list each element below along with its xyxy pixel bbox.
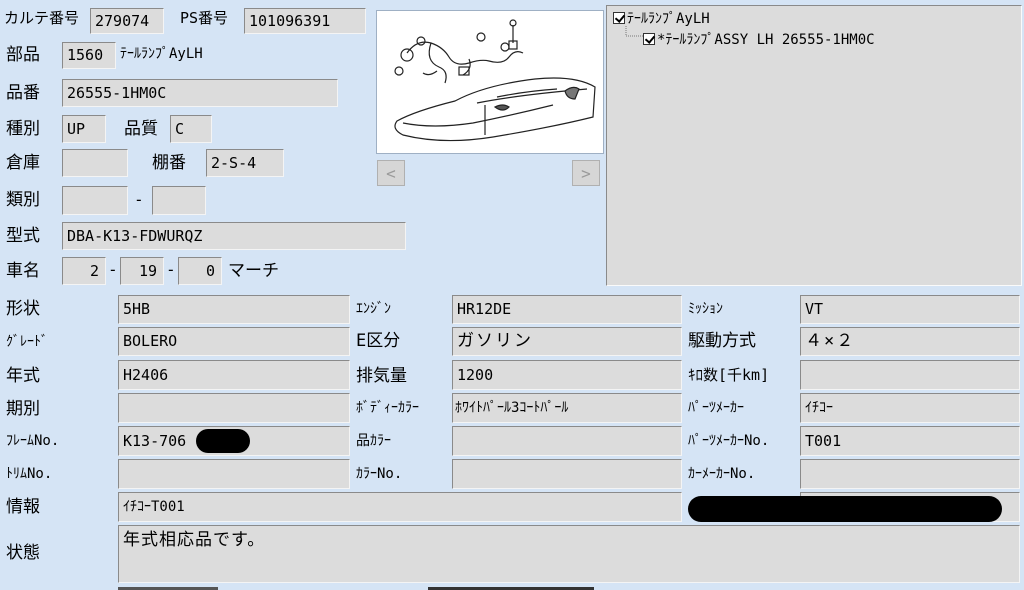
info-redaction (688, 496, 1002, 522)
tanaban-label: 棚番 (152, 153, 186, 173)
bodycolor-label: ﾎﾞﾃﾞｨｰｶﾗｰ (356, 400, 419, 416)
root-checkbox[interactable] (613, 12, 625, 24)
ruibetsu-field-2[interactable] (152, 186, 206, 215)
tanaban-field[interactable]: 2-S-4 (206, 149, 284, 177)
katashiki-label: 型式 (6, 226, 40, 246)
joutai-label: 状態 (6, 543, 40, 563)
trim-field[interactable] (118, 459, 350, 489)
frame-redaction (196, 429, 250, 453)
hinshitsu-label: 品質 (124, 119, 158, 139)
partsmakerno-label: ﾊﾟｰﾂﾒｰｶｰNo. (688, 433, 770, 449)
mission-label: ﾐｯｼｮﾝ (688, 301, 723, 317)
kilo-field[interactable] (800, 360, 1020, 390)
ekubun-label: E区分 (356, 331, 401, 351)
haikiryou-field[interactable]: 1200 (452, 360, 682, 390)
carmakerno-label: ｶｰﾒｰｶｰNo. (688, 466, 756, 482)
parts-tree[interactable]: ﾃｰﾙﾗﾝﾌﾟAyLH *ﾃｰﾙﾗﾝﾌﾟASSY LH 26555-1HM0C (606, 5, 1022, 286)
ps-number-field[interactable]: 101096391 (244, 8, 366, 34)
shamei-field-1[interactable]: 2 (62, 257, 106, 285)
souko-field[interactable] (62, 149, 128, 177)
frame-label: ﾌﾚｰﾑNo. (6, 433, 60, 449)
shamei-dash-1: - (108, 260, 118, 279)
keijou-label: 形状 (6, 299, 40, 319)
ruibetsu-label: 類別 (6, 190, 40, 210)
shamei-label: 車名 (6, 261, 40, 281)
colorno-label: ｶﾗｰNo. (356, 466, 403, 482)
buhin-code-field[interactable]: 1560 (62, 42, 116, 69)
buhin-name: ﾃｰﾙﾗﾝﾌﾟAyLH (120, 46, 203, 62)
engine-label: ｴﾝｼﾞﾝ (356, 301, 391, 317)
karte-number-field[interactable]: 279074 (90, 8, 164, 34)
kilo-label: ｷﾛ数[千km] (688, 366, 770, 384)
tree-child-label: *ﾃｰﾙﾗﾝﾌﾟASSY LH 26555-1HM0C (657, 32, 875, 48)
ruibetsu-field-1[interactable] (62, 186, 128, 215)
keijou-field[interactable]: 5HB (118, 295, 350, 324)
nenshiki-field[interactable]: H2406 (118, 360, 350, 390)
shamei-field-2[interactable]: 19 (120, 257, 164, 285)
hincolor-label: 品ｶﾗｰ (356, 433, 391, 449)
katashiki-field[interactable]: DBA-K13-FDWURQZ (62, 222, 406, 250)
partsmaker-field[interactable]: ｲﾁｺｰ (800, 393, 1020, 423)
ruibetsu-dash: - (134, 190, 144, 209)
grade-field[interactable]: BOLERO (118, 327, 350, 356)
engine-field[interactable]: HR12DE (452, 295, 682, 324)
car-name: マーチ (228, 261, 279, 281)
bodycolor-field[interactable]: ﾎﾜｲﾄﾊﾟｰﾙ3ｺｰﾄﾊﾟｰﾙ (452, 393, 682, 423)
kudou-label: 駆動方式 (688, 331, 756, 351)
carmakerno-field[interactable] (800, 459, 1020, 489)
mission-field[interactable]: VT (800, 295, 1020, 324)
ps-label: PS番号 (180, 9, 229, 27)
kibetsu-field[interactable] (118, 393, 350, 423)
next-image-button[interactable]: > (572, 160, 600, 186)
shubetsu-field[interactable]: UP (62, 115, 106, 143)
hinshitsu-field[interactable]: C (170, 115, 212, 143)
buhin-label: 部品 (6, 45, 40, 65)
tree-connector (625, 26, 643, 37)
jouhou-field[interactable]: ｲﾁｺｰT001 (118, 492, 682, 522)
prev-image-button[interactable]: < (377, 160, 405, 186)
nenshiki-label: 年式 (6, 366, 40, 386)
kibetsu-label: 期別 (6, 399, 40, 419)
kudou-field[interactable]: ４×２ (800, 327, 1020, 356)
haikiryou-label: 排気量 (356, 366, 407, 386)
part-image (376, 10, 604, 154)
trim-label: ﾄﾘﾑNo. (6, 466, 53, 482)
shubetsu-label: 種別 (6, 119, 40, 139)
shamei-dash-2: - (166, 260, 176, 279)
hincolor-field[interactable] (452, 426, 682, 456)
partsmakerno-field[interactable]: T001 (800, 426, 1020, 456)
hinban-label: 品番 (6, 83, 40, 103)
jouhou-label: 情報 (6, 497, 40, 517)
joutai-field[interactable]: 年式相応品です。 (118, 525, 1020, 583)
karte-label: カルテ番号 (4, 9, 80, 27)
child-checkbox[interactable] (643, 33, 655, 45)
hinban-field[interactable]: 26555-1HM0C (62, 79, 338, 107)
tree-node-child[interactable]: *ﾃｰﾙﾗﾝﾌﾟASSY LH 26555-1HM0C (643, 30, 875, 48)
tree-node-root[interactable]: ﾃｰﾙﾗﾝﾌﾟAyLH (613, 9, 710, 27)
partsmaker-label: ﾊﾟｰﾂﾒｰｶｰ (688, 400, 744, 416)
tree-root-label: ﾃｰﾙﾗﾝﾌﾟAyLH (627, 11, 710, 27)
ekubun-field[interactable]: ガソリン (452, 327, 682, 356)
grade-label: ｸﾞﾚｰﾄﾞ (6, 334, 48, 350)
shamei-field-3[interactable]: 0 (178, 257, 222, 285)
souko-label: 倉庫 (6, 153, 40, 173)
tail-lamp-drawing (394, 19, 596, 142)
colorno-field[interactable] (452, 459, 682, 489)
